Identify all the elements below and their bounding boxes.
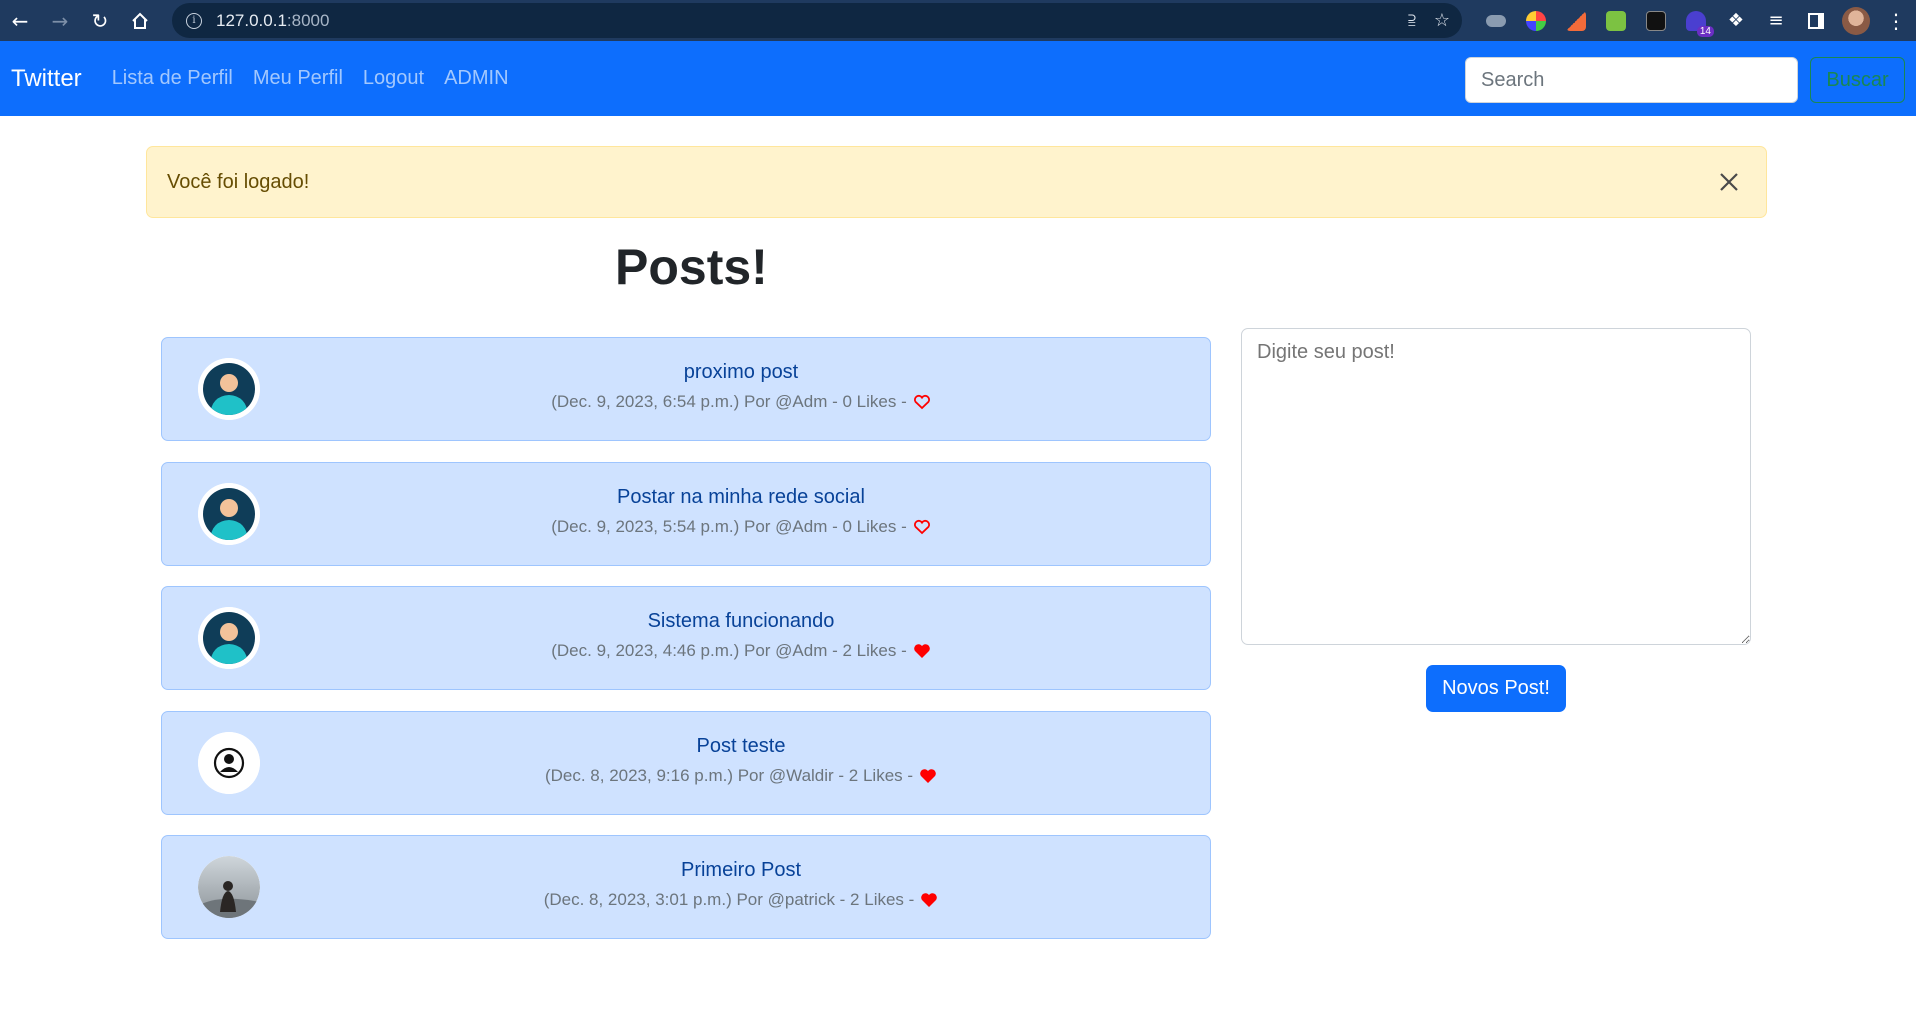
address-bar[interactable]: i 127.0.0.1:8000 ⫆ ☆ — [172, 3, 1462, 38]
back-arrow-icon[interactable]: ← — [0, 0, 40, 41]
post-meta-text: (Dec. 9, 2023, 6:54 p.m.) Por @Adm - 0 L… — [551, 392, 907, 411]
post-title[interactable]: Sistema funcionando — [272, 610, 1210, 633]
profile-avatar[interactable] — [1836, 4, 1876, 37]
post-meta-text: (Dec. 9, 2023, 5:54 p.m.) Por @Adm - 0 L… — [551, 517, 907, 536]
post-textarea[interactable] — [1241, 328, 1751, 645]
post-card[interactable]: proximo post (Dec. 9, 2023, 6:54 p.m.) Po… — [161, 337, 1211, 441]
home-icon[interactable] — [120, 0, 160, 41]
post-meta: (Dec. 9, 2023, 5:54 p.m.) Por @Adm - 0 L… — [272, 517, 1210, 537]
side-panel-icon[interactable] — [1796, 4, 1836, 37]
extension-orange-icon[interactable] — [1556, 4, 1596, 37]
heart-filled-icon[interactable] — [919, 768, 937, 784]
author-avatar[interactable] — [198, 856, 260, 918]
url-text: 127.0.0.1:8000 — [216, 10, 330, 30]
post-card[interactable]: Post teste (Dec. 8, 2023, 9:16 p.m.) Por … — [161, 711, 1211, 815]
nav-link-lista-de-perfil[interactable]: Lista de Perfil — [112, 67, 233, 90]
post-meta-text: (Dec. 9, 2023, 4:46 p.m.) Por @Adm - 2 L… — [551, 641, 907, 660]
nav-link-admin[interactable]: ADMIN — [444, 67, 508, 90]
heart-outline-icon[interactable] — [913, 519, 931, 535]
extension-black-icon[interactable] — [1636, 4, 1676, 37]
search-button[interactable]: Buscar — [1810, 57, 1905, 103]
browser-menu-icon[interactable]: ⋮ — [1876, 4, 1916, 37]
new-post-button[interactable]: Novos Post! — [1426, 665, 1566, 712]
reading-list-icon[interactable]: ≡ — [1756, 4, 1796, 37]
heart-filled-icon[interactable] — [920, 892, 938, 908]
reload-icon[interactable]: ↻ — [80, 0, 120, 41]
extension-color-wheel-icon[interactable] — [1516, 4, 1556, 37]
author-avatar[interactable] — [198, 607, 260, 669]
post-card[interactable]: Postar na minha rede social (Dec. 9, 2023… — [161, 462, 1211, 566]
post-meta: (Dec. 9, 2023, 6:54 p.m.) Por @Adm - 0 L… — [272, 392, 1210, 412]
post-title[interactable]: proximo post — [272, 361, 1210, 384]
app-navbar: Twitter Lista de Perfil Meu Perfil Logou… — [0, 41, 1916, 116]
post-meta: (Dec. 9, 2023, 4:46 p.m.) Por @Adm - 2 L… — [272, 641, 1210, 661]
extension-cloud-icon[interactable] — [1476, 4, 1516, 37]
share-icon[interactable]: ⫆ — [1408, 10, 1416, 31]
nav-link-meu-perfil[interactable]: Meu Perfil — [253, 67, 343, 90]
extensions-area: 14 ❖ ≡ ⋮ — [1476, 4, 1916, 37]
alert-message: Você foi logado! — [167, 170, 310, 193]
author-avatar[interactable] — [198, 732, 260, 794]
site-info-icon[interactable]: i — [186, 12, 202, 29]
author-avatar[interactable] — [198, 483, 260, 545]
heart-filled-icon[interactable] — [913, 643, 931, 659]
post-meta-text: (Dec. 8, 2023, 9:16 p.m.) Por @Waldir - … — [544, 766, 914, 785]
post-title[interactable]: Post teste — [272, 735, 1210, 758]
post-meta-text: (Dec. 8, 2023, 3:01 p.m.) Por @patrick -… — [543, 890, 915, 909]
forward-arrow-icon[interactable]: → — [40, 0, 80, 41]
brand-link[interactable]: Twitter — [11, 65, 82, 93]
post-title[interactable]: Postar na minha rede social — [272, 486, 1210, 509]
bookmark-star-icon[interactable]: ☆ — [1434, 10, 1450, 31]
author-avatar[interactable] — [198, 358, 260, 420]
post-title[interactable]: Primeiro Post — [272, 859, 1210, 882]
extension-green-grid-icon[interactable] — [1596, 4, 1636, 37]
extension-badge-icon[interactable]: 14 — [1676, 4, 1716, 37]
close-icon[interactable] — [1714, 167, 1744, 197]
post-meta: (Dec. 8, 2023, 3:01 p.m.) Por @patrick -… — [272, 890, 1210, 910]
post-meta: (Dec. 8, 2023, 9:16 p.m.) Por @Waldir - … — [272, 766, 1210, 786]
login-alert: Você foi logado! — [146, 146, 1767, 218]
post-card[interactable]: Primeiro Post (Dec. 8, 2023, 3:01 p.m.) P… — [161, 835, 1211, 939]
nav-link-logout[interactable]: Logout — [363, 67, 424, 90]
page-title: Posts! — [615, 239, 768, 295]
post-card[interactable]: Sistema funcionando (Dec. 9, 2023, 4:46 p… — [161, 586, 1211, 690]
extensions-puzzle-icon[interactable]: ❖ — [1716, 4, 1756, 37]
search-input[interactable] — [1465, 57, 1798, 103]
browser-toolbar: ← → ↻ i 127.0.0.1:8000 ⫆ ☆ 14 ❖ ≡ ⋮ — [0, 0, 1916, 41]
heart-outline-icon[interactable] — [913, 394, 931, 410]
